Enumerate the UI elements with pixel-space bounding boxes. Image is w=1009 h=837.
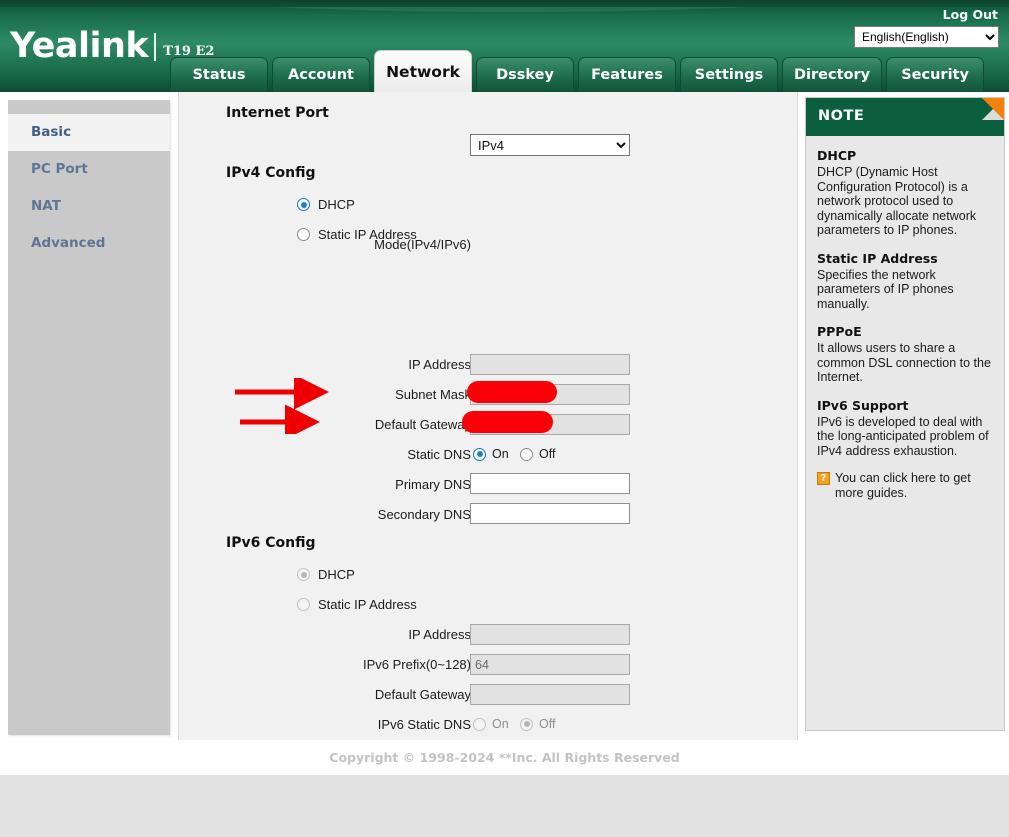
note-text-static-ip: Specifies the network parameters of IP p… <box>817 267 954 311</box>
ipv6-static-radio-row[interactable]: Static IP Address <box>297 597 417 612</box>
redaction-primary-dns <box>467 381 557 403</box>
note-dogear-icon <box>982 98 1004 120</box>
ipv4-static-dns-off-row[interactable]: Off <box>520 447 555 461</box>
ipv6-static-dns-on-radio[interactable] <box>473 717 486 731</box>
sidebar-item-nat[interactable]: NAT <box>8 188 170 225</box>
header-top-strip <box>0 0 1009 7</box>
ipv4-static-ip-label: Static IP Address <box>318 227 417 242</box>
brand-logo: Yealink T19 E2 <box>10 28 214 64</box>
mode-select[interactable]: IPv4 <box>470 134 630 156</box>
tab-dsskey[interactable]: Dsskey <box>476 57 574 92</box>
note-title: NOTE <box>818 108 865 124</box>
note-heading-ipv6-support: IPv6 Support <box>817 397 909 413</box>
ipv6-default-gateway-input[interactable] <box>470 684 630 705</box>
ipv6-static-ip-radio[interactable] <box>297 598 310 611</box>
label-ipv6-prefix: IPv6 Prefix(0~128) <box>362 657 471 672</box>
logo-text: Yealink <box>10 26 149 66</box>
redaction-secondary-dns <box>462 411 553 433</box>
tab-security[interactable]: Security <box>886 57 985 92</box>
label-ipv4-ip-address: IP Address <box>408 357 471 372</box>
note-panel: NOTE DHCP DHCP (Dynamic Host Configurati… <box>805 97 1005 731</box>
ipv4-static-ip-radio[interactable] <box>297 228 310 241</box>
section-title-ipv6-config: IPv6 Config <box>226 535 316 551</box>
ipv6-static-ip-label: Static IP Address <box>318 597 417 612</box>
app-header: Yealink T19 E2 Log Out English(English) … <box>0 0 1009 92</box>
ipv6-dhcp-radio[interactable] <box>297 568 310 581</box>
ipv4-dhcp-radio[interactable] <box>297 198 310 211</box>
tab-features[interactable]: Features <box>578 57 676 92</box>
label-ipv4-primary-dns: Primary DNS <box>395 477 471 492</box>
label-ipv4-secondary-dns: Secondary DNS <box>377 507 471 522</box>
ipv4-static-dns-off-radio[interactable] <box>520 447 533 461</box>
note-heading-static-ip: Static IP Address <box>817 250 938 266</box>
ipv4-dhcp-label: DHCP <box>318 197 355 212</box>
page-footer: Copyright © 1998-2024 **Inc. All Rights … <box>0 740 1009 775</box>
note-panel-header: NOTE <box>806 98 1004 136</box>
ipv6-static-dns-on-row[interactable]: On <box>473 717 509 731</box>
section-title-ipv4-config: IPv4 Config <box>226 165 316 181</box>
logo-divider <box>154 33 157 61</box>
ipv6-dhcp-label: DHCP <box>318 567 355 582</box>
ipv4-static-dns-on-label: On <box>492 447 509 461</box>
ipv4-static-dns-on-radio[interactable] <box>473 447 486 461</box>
ipv6-dhcp-radio-row[interactable]: DHCP <box>297 567 355 582</box>
sidebar-item-advanced[interactable]: Advanced <box>8 225 170 262</box>
sidebar-item-basic[interactable]: Basic <box>8 114 170 151</box>
ipv6-static-dns-off-radio[interactable] <box>520 717 533 731</box>
ipv4-static-dns-on-row[interactable]: On <box>473 447 509 461</box>
ipv6-static-dns-off-row[interactable]: Off <box>520 717 555 731</box>
label-ipv6-static-dns: IPv6 Static DNS <box>377 717 471 732</box>
note-more-guides-row[interactable]: ? You can click here to get more guides. <box>817 471 993 500</box>
ipv6-static-dns-on-label: On <box>492 717 509 731</box>
language-select[interactable]: English(English) <box>854 26 999 48</box>
ipv4-static-dns-off-label: Off <box>539 447 556 461</box>
ipv6-ip-address-input[interactable] <box>470 624 630 645</box>
label-ipv6-default-gateway: Default Gateway <box>374 687 471 702</box>
label-ipv6-ip-address: IP Address <box>408 627 471 642</box>
device-model-label: T19 E2 <box>163 44 215 59</box>
sidebar-nav: Basic PC Port NAT Advanced <box>8 100 170 735</box>
section-title-internet-port: Internet Port <box>226 105 329 121</box>
note-heading-pppoe: PPPoE <box>817 324 862 339</box>
tab-settings[interactable]: Settings <box>680 57 778 92</box>
note-heading-dhcp: DHCP <box>817 148 857 163</box>
page-root: Yealink T19 E2 Log Out English(English) … <box>0 0 1009 775</box>
logout-link[interactable]: Log Out <box>943 7 998 22</box>
label-ipv4-default-gateway: Default Gateway <box>374 417 471 432</box>
question-mark-icon: ? <box>817 472 830 485</box>
main-tab-bar: Status Account Network Dsskey Features S… <box>170 50 985 92</box>
ipv4-primary-dns-input[interactable] <box>470 473 630 494</box>
note-text-pppoe: It allows users to share a common DSL co… <box>817 341 991 384</box>
tab-network[interactable]: Network <box>374 50 472 92</box>
note-more-guides-link[interactable]: You can click here to get more guides. <box>835 471 993 500</box>
note-text-dhcp: DHCP (Dynamic Host Configuration Protoco… <box>817 165 977 237</box>
label-ipv4-static-dns: Static DNS <box>407 447 471 462</box>
ipv4-static-radio-row[interactable]: Static IP Address <box>297 227 417 242</box>
note-text-ipv6-support: IPv6 is developed to deal with the long-… <box>817 414 989 458</box>
tab-account[interactable]: Account <box>272 57 370 92</box>
note-panel-body: DHCP DHCP (Dynamic Host Configuration Pr… <box>806 136 1004 500</box>
copyright-text: Copyright © 1998-2024 **Inc. All Rights … <box>329 750 680 765</box>
tab-directory[interactable]: Directory <box>782 57 883 92</box>
ipv4-dhcp-radio-row[interactable]: DHCP <box>297 197 355 212</box>
ipv4-secondary-dns-input[interactable] <box>470 503 630 524</box>
sidebar-item-pc-port[interactable]: PC Port <box>8 151 170 188</box>
label-ipv4-subnet-mask: Subnet Mask <box>395 387 471 402</box>
ipv6-prefix-input[interactable] <box>470 654 630 675</box>
ipv4-ip-address-input[interactable] <box>470 354 630 375</box>
ipv6-static-dns-off-label: Off <box>539 717 556 731</box>
